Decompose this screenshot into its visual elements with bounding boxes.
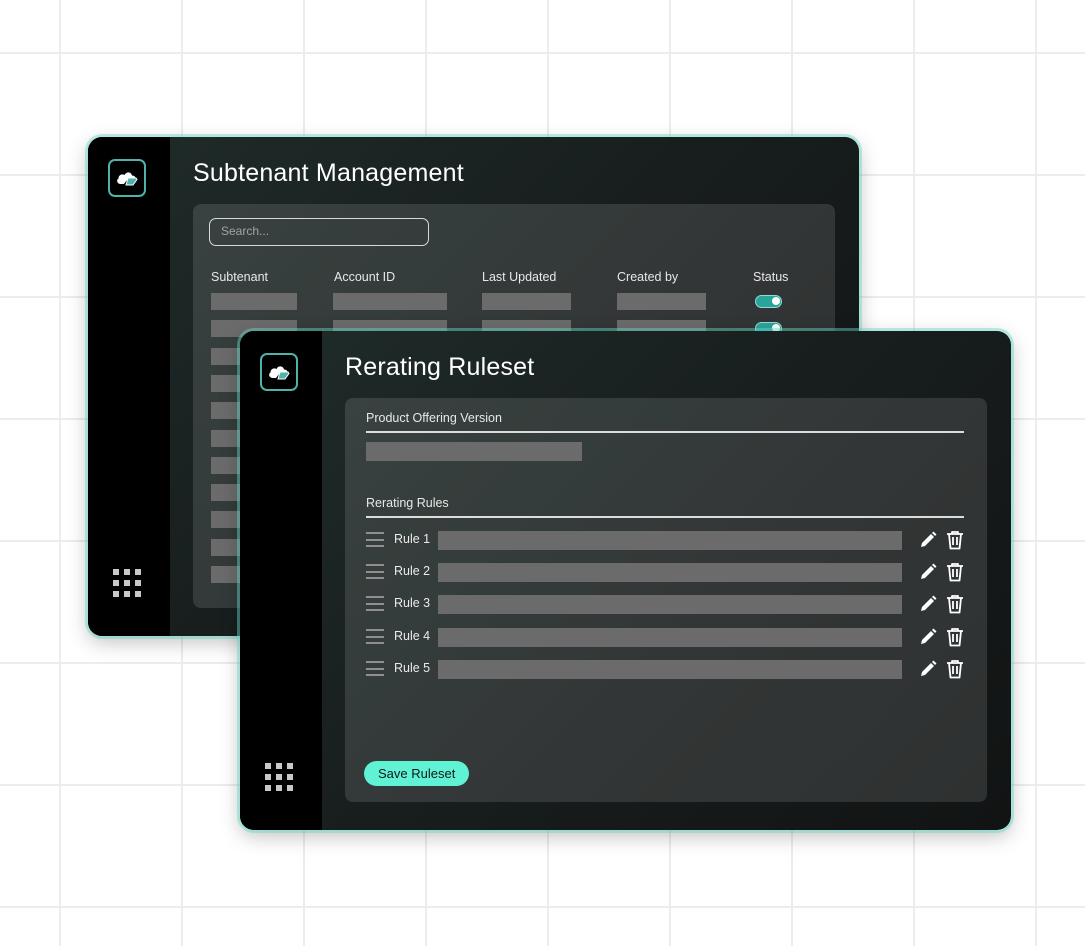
table-cell [333,293,447,310]
cloud-tag-icon[interactable] [108,159,146,197]
column-header-account-id[interactable]: Account ID [334,270,395,284]
column-header-status[interactable]: Status [753,270,788,284]
product-offering-label: Product Offering Version [366,411,502,425]
drag-handle-icon[interactable] [366,661,384,676]
rule-label: Rule 4 [394,629,431,643]
pencil-icon[interactable] [919,563,937,581]
drag-handle-icon[interactable] [366,532,384,547]
rule-field[interactable] [438,628,902,647]
rule-label: Rule 3 [394,596,431,610]
rule-row: Rule 1 [366,529,964,551]
rule-field[interactable] [438,595,902,614]
rule-field[interactable] [438,563,902,582]
drag-handle-icon[interactable] [366,564,384,579]
table-cell [211,293,297,310]
rule-row: Rule 2 [366,561,964,583]
trash-icon[interactable] [945,530,965,550]
sidebar [240,331,322,830]
table-cell [617,293,706,310]
ruleset-panel: Product Offering Version Rerating Rules … [345,398,987,802]
status-toggle[interactable] [755,295,782,308]
rule-label: Rule 2 [394,564,431,578]
column-header-subtenant[interactable]: Subtenant [211,270,268,284]
rule-row: Rule 4 [366,626,964,648]
column-header-created-by[interactable]: Created by [617,270,678,284]
pencil-icon[interactable] [919,531,937,549]
rule-label: Rule 1 [394,532,431,546]
page-title: Rerating Ruleset [345,353,535,381]
divider [366,516,964,518]
drag-handle-icon[interactable] [366,596,384,611]
rerating-rules-label: Rerating Rules [366,496,449,510]
rule-row: Rule 3 [366,593,964,615]
trash-icon[interactable] [945,562,965,582]
rule-field[interactable] [438,660,902,679]
rule-field[interactable] [438,531,902,550]
pencil-icon[interactable] [919,660,937,678]
sidebar [88,137,170,636]
rule-label: Rule 5 [394,661,431,675]
trash-icon[interactable] [945,627,965,647]
save-ruleset-button[interactable]: Save Ruleset [364,761,470,786]
pencil-icon[interactable] [919,628,937,646]
trash-icon[interactable] [945,594,965,614]
table-cell [482,293,571,310]
column-header-last-updated[interactable]: Last Updated [482,270,556,284]
trash-icon[interactable] [945,659,965,679]
rule-row: Rule 5 [366,658,964,680]
search-input[interactable]: Search... [209,218,429,246]
page-title: Subtenant Management [193,159,464,187]
cloud-tag-icon[interactable] [260,353,298,391]
pencil-icon[interactable] [919,595,937,613]
app-grid-icon[interactable] [265,763,297,795]
drag-handle-icon[interactable] [366,629,384,644]
product-offering-version-field[interactable] [366,442,582,461]
divider [366,431,964,433]
app-grid-icon[interactable] [113,569,145,601]
rerating-ruleset-window: Rerating Ruleset Product Offering Versio… [240,331,1011,830]
